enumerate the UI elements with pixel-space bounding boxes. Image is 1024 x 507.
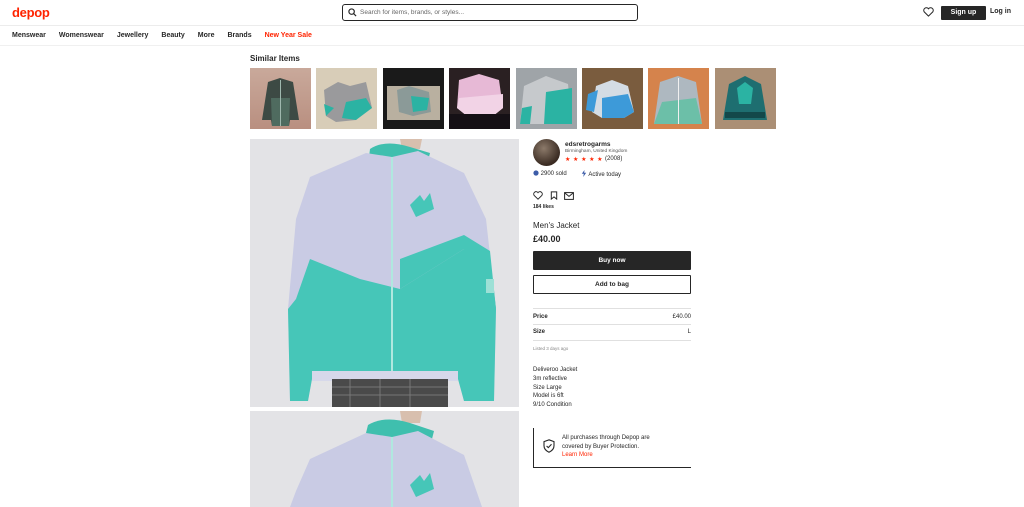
detail-value-price: £40.00: [672, 314, 691, 320]
nav-item-womenswear[interactable]: Womenswear: [59, 32, 104, 42]
search-icon: [348, 8, 357, 17]
active-status: Active today: [581, 170, 621, 178]
shield-check-icon: [543, 439, 555, 453]
save-button[interactable]: [550, 187, 558, 205]
nav-item-more[interactable]: More: [198, 32, 215, 42]
details-divider: [533, 324, 691, 325]
similar-item-thumb[interactable]: [515, 68, 577, 129]
buy-now-button[interactable]: Buy now: [533, 251, 691, 270]
similar-item-thumb[interactable]: [382, 68, 444, 129]
message-button[interactable]: [564, 187, 574, 205]
similar-item-thumb[interactable]: [316, 68, 378, 129]
nav-item-beauty[interactable]: Beauty: [161, 32, 184, 42]
description-line: Size Large: [533, 384, 562, 391]
description-line: Model is 6ft: [533, 393, 564, 400]
product-description: Deliveroo Jacket 3m reflective Size Larg…: [533, 366, 577, 410]
learn-more-link[interactable]: Learn More: [562, 452, 593, 458]
description-line: 3m reflective: [533, 375, 568, 382]
sold-count-label: 2900 sold: [540, 171, 567, 177]
detail-label-price: Price: [533, 314, 548, 320]
detail-label-size: Size: [533, 329, 546, 335]
protection-line: All purchases through Depop are: [562, 435, 650, 441]
similar-item-thumb[interactable]: [250, 68, 311, 129]
heart-icon: [533, 191, 543, 200]
search-box[interactable]: [342, 4, 638, 21]
nav-item-menswear[interactable]: Menswear: [12, 32, 46, 42]
bookmark-icon: [550, 191, 558, 201]
search-input[interactable]: [360, 6, 630, 18]
details-divider-bottom: [533, 340, 691, 341]
similar-items-row: [250, 68, 781, 129]
mail-icon: [564, 192, 574, 200]
tag-icon: [533, 170, 539, 176]
product-photo-second[interactable]: [250, 411, 519, 507]
details-divider-top: [533, 308, 691, 309]
category-nav: Menswear Womenswear Jewellery Beauty Mor…: [12, 32, 325, 42]
protection-line: covered by Buyer Protection.: [562, 443, 640, 450]
description-line: 9/10 Condition: [533, 402, 572, 409]
depop-logo[interactable]: depop: [12, 5, 50, 20]
active-status-label: Active today: [588, 172, 622, 178]
nav-item-brands[interactable]: Brands: [227, 32, 251, 42]
buyer-protection-box: All purchases through Depop are covered …: [533, 428, 691, 468]
sold-count: 2900 sold: [533, 170, 567, 177]
similar-item-thumb[interactable]: [714, 68, 776, 129]
heart-icon[interactable]: [923, 7, 934, 17]
protection-text: All purchases through Depop are covered …: [562, 434, 650, 452]
listed-time: Listed 3 days ago: [533, 346, 569, 351]
detail-value-size: L: [687, 329, 691, 335]
lightning-icon: [581, 170, 587, 177]
nav-divider: [0, 45, 1024, 46]
seller-avatar[interactable]: [533, 139, 560, 166]
product-photo-main[interactable]: [250, 139, 519, 407]
similar-item-thumb[interactable]: [648, 68, 710, 129]
top-bar: depop Sign up Log in: [0, 0, 1024, 26]
product-price: £40.00: [533, 234, 561, 244]
nav-item-jewellery[interactable]: Jewellery: [117, 32, 149, 42]
like-button[interactable]: [533, 187, 543, 205]
rating-stars: ★ ★ ★ ★ ★: [565, 157, 604, 163]
similar-items-title: Similar Items: [250, 54, 300, 63]
add-to-bag-button[interactable]: Add to bag: [533, 275, 691, 294]
product-title: Men's Jacket: [533, 221, 580, 230]
seller-location: Birmingham, United Kingdom: [565, 149, 628, 154]
review-count[interactable]: (2008): [605, 156, 622, 162]
signup-button[interactable]: Sign up: [941, 6, 986, 20]
likes-count: 184 likes: [533, 204, 554, 210]
similar-item-thumb[interactable]: [449, 68, 511, 129]
login-link[interactable]: Log in: [990, 8, 1011, 15]
nav-item-sale[interactable]: New Year Sale: [265, 32, 312, 42]
similar-item-thumb[interactable]: [581, 68, 643, 129]
description-line: Deliveroo Jacket: [533, 367, 578, 373]
seller-name[interactable]: edsretrogarms: [565, 141, 611, 148]
